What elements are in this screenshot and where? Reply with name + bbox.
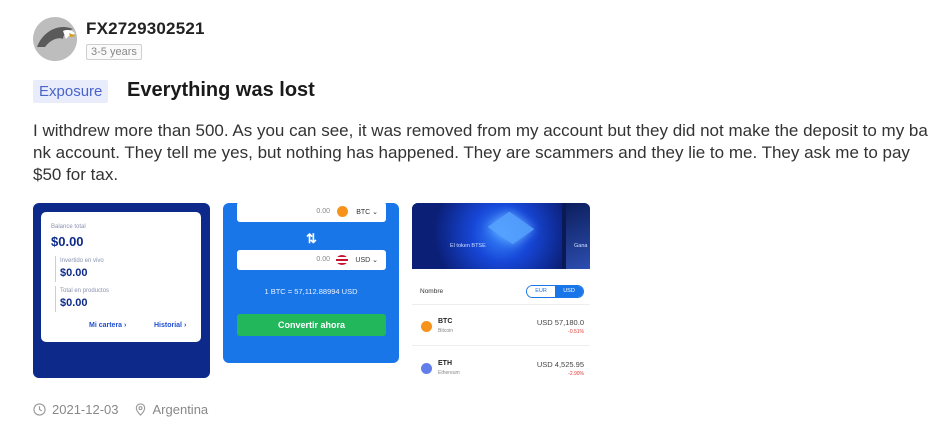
banner-label-2: Gana [574,243,588,249]
post-date-text: 2021-12-03 [52,402,119,417]
post-body: I withdrew more than 500. As you can see… [33,121,928,184]
to-currency-select[interactable]: USD ⌄ [355,256,378,264]
post-title: Everything was lost [127,79,315,101]
attachment-image-wallet[interactable]: Balance total $0.00 Invertido en vivo $0… [33,203,210,378]
divider [55,286,56,312]
convert-button[interactable]: Convertir ahora [237,314,386,336]
promo-banner[interactable]: El token BTSE Gana [412,203,590,269]
row-name: Ethereum [438,370,460,376]
chevron-right-icon: › [183,322,187,329]
column-header-name: Nombre [420,288,444,295]
row-symbol: ETH [438,360,452,367]
divider [412,304,590,305]
banner-next-slide [566,203,590,269]
row-price: USD 57,180.0 [536,318,584,327]
banner-background [412,203,562,269]
balance-total-label: Balance total [51,224,86,230]
row-price: USD 4,525.95 [536,360,584,369]
post-location-text: Argentina [152,402,209,417]
post-tag[interactable]: Exposure [33,80,109,103]
toggle-usd[interactable]: USD [555,286,583,297]
post-location: Argentina [134,402,209,417]
row-change: -0.51% [568,329,584,335]
currency-toggle[interactable]: EUR USD [526,285,584,298]
exchange-rate: 1 BTC = 57,112.88994 USD [264,287,358,296]
banner-label: El token BTSE [450,243,486,249]
total-products-value: $0.00 [60,297,88,309]
balance-card: Balance total $0.00 Invertido en vivo $0… [41,212,201,342]
bitcoin-icon [421,321,432,332]
us-flag-icon [336,255,348,265]
location-pin-icon [135,403,145,416]
from-currency-select[interactable]: BTC ⌄ [356,208,378,216]
avatar[interactable] [33,17,77,61]
post-date: 2021-12-03 [33,402,119,417]
attachment-image-market[interactable]: El token BTSE Gana Nombre EUR USD BTC Bi… [412,203,590,378]
total-products-label: Total en productos [60,288,110,294]
to-amount-field[interactable]: 0.00 USD ⌄ [237,250,386,270]
username[interactable]: FX2729302521 [86,19,205,39]
row-symbol: BTC [438,318,453,325]
invested-value: $0.00 [60,267,88,279]
experience-badge: 3-5 years [86,44,142,60]
eagle-avatar-icon [33,17,77,61]
chevron-right-icon: › [124,322,127,329]
swap-icon[interactable]: ⇅ [306,231,317,247]
row-name: Bitcoin [438,328,454,334]
divider [412,345,590,346]
history-link[interactable]: Historial › [154,322,186,329]
post-meta: 2021-12-03 Argentina [33,402,223,417]
ethereum-icon [421,363,432,374]
invested-label: Invertido en vivo [60,258,104,264]
attachment-image-converter[interactable]: 0.00 BTC ⌄ ⇅ 0.00 USD ⌄ 1 BTC = 57,112.8… [223,203,399,363]
from-amount: 0.00 [316,208,330,215]
from-amount-field[interactable]: 0.00 BTC ⌄ [237,203,386,222]
divider [55,256,56,282]
row-change: -2.90% [568,371,584,377]
bitcoin-icon [337,206,348,217]
clock-icon [33,403,46,416]
to-amount: 0.00 [316,256,330,263]
toggle-eur[interactable]: EUR [527,286,555,297]
wallet-link[interactable]: Mi cartera › [89,322,126,329]
balance-total-value: $0.00 [51,234,84,249]
